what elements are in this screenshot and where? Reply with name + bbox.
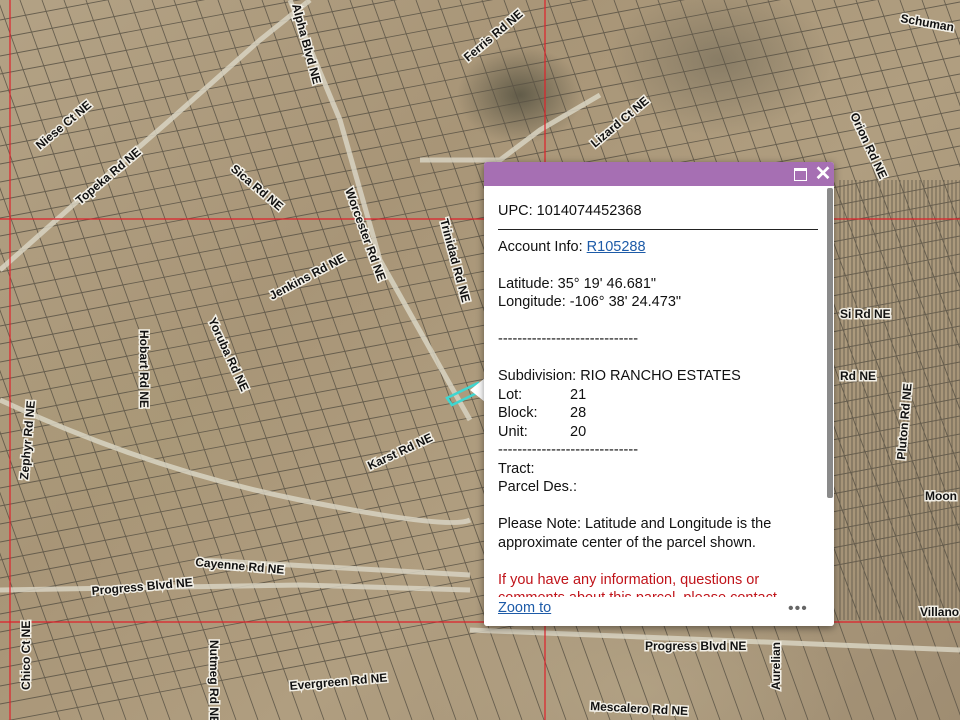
tract-label: Tract:	[498, 460, 535, 477]
road-label: Progress Blvd NE	[645, 639, 746, 653]
subdivision-text: Subdivision: RIO RANCHO ESTATES	[498, 368, 741, 384]
more-options-icon[interactable]: •••	[788, 600, 808, 618]
popup-content: UPC: 1014074452368 Account Info: R105288…	[498, 192, 818, 597]
parcel-info-popup: ✕ UPC: 1014074452368 Account Info: R1052…	[484, 162, 834, 626]
parcel-line	[151, 0, 413, 720]
road-label: Cayenne Rd NE	[195, 555, 285, 577]
parcel-line	[0, 4, 259, 720]
note-text: Please Note: Latitude and Longitude is t…	[498, 516, 772, 551]
unit-label: Unit:	[498, 423, 528, 440]
longitude-text: Longitude: -106° 38' 24.473"	[498, 294, 682, 310]
zoom-to-link[interactable]: Zoom to	[498, 600, 551, 616]
road-label: Orion Rd NE	[847, 110, 890, 181]
road-label: Villano	[920, 605, 959, 619]
unit-row: Unit: 20	[498, 423, 818, 442]
road-progress-west	[0, 582, 471, 593]
divider-text-2: -----------------------------	[498, 442, 639, 458]
parcel-line	[0, 0, 686, 129]
popup-footer: Zoom to •••	[484, 598, 834, 626]
road-label: Yoruba Rd NE	[205, 315, 251, 393]
road-label: Aurelian	[769, 642, 783, 690]
latitude-text: Latitude: 35° 19' 46.681"	[498, 275, 657, 292]
parcel-line	[0, 0, 878, 165]
parcel-line	[0, 0, 206, 39]
divider-text: -----------------------------	[498, 331, 639, 347]
maximize-icon[interactable]	[792, 165, 810, 183]
parcel-line	[129, 0, 391, 720]
close-icon[interactable]: ✕	[814, 164, 832, 184]
parcel-des-label: Parcel Des.:	[498, 479, 577, 495]
road-label: Chico Ct NE	[19, 621, 33, 690]
lot-value: 21	[570, 386, 587, 403]
account-info-row: Account Info: R105288	[498, 238, 818, 257]
road-label: Ferris Rd NE	[461, 7, 526, 64]
upc-title: UPC: 1014074452368	[498, 203, 642, 219]
road-label: Progress Blvd NE	[91, 575, 193, 598]
contact-note-text: If you have any information, questions o…	[498, 571, 777, 598]
lot-row: Lot: 21	[498, 386, 818, 405]
block-row: Block: 28	[498, 404, 818, 423]
road-label: Jenkins Rd NE	[267, 251, 348, 303]
popup-header: ✕	[484, 162, 834, 186]
account-info-link[interactable]: R105288	[587, 239, 646, 255]
popup-scrollbar[interactable]	[827, 188, 833, 498]
parcel-line	[0, 186, 193, 720]
road-label: Hobart Rd NE	[137, 330, 151, 408]
block-value: 28	[570, 405, 587, 421]
parcel-line	[63, 0, 325, 720]
road-label: Evergreen Rd NE	[289, 670, 388, 692]
road-label: Mescalero Rd NE	[590, 699, 689, 718]
road-label: Rd NE	[840, 369, 876, 383]
popup-pointer	[470, 378, 485, 402]
road-label: Niese Ct NE	[33, 98, 94, 152]
unit-value: 20	[570, 423, 587, 440]
road-label: Moon	[925, 489, 957, 503]
lot-label: Lot:	[498, 386, 523, 403]
road-label: Si Rd NE	[840, 307, 891, 321]
parcel-line	[85, 0, 347, 720]
road-label: Nutmeg Rd NE	[207, 640, 221, 720]
block-label: Block:	[498, 405, 538, 421]
account-info-label: Account Info:	[498, 238, 587, 255]
title-divider	[498, 228, 818, 230]
parcel-line	[239, 0, 501, 720]
